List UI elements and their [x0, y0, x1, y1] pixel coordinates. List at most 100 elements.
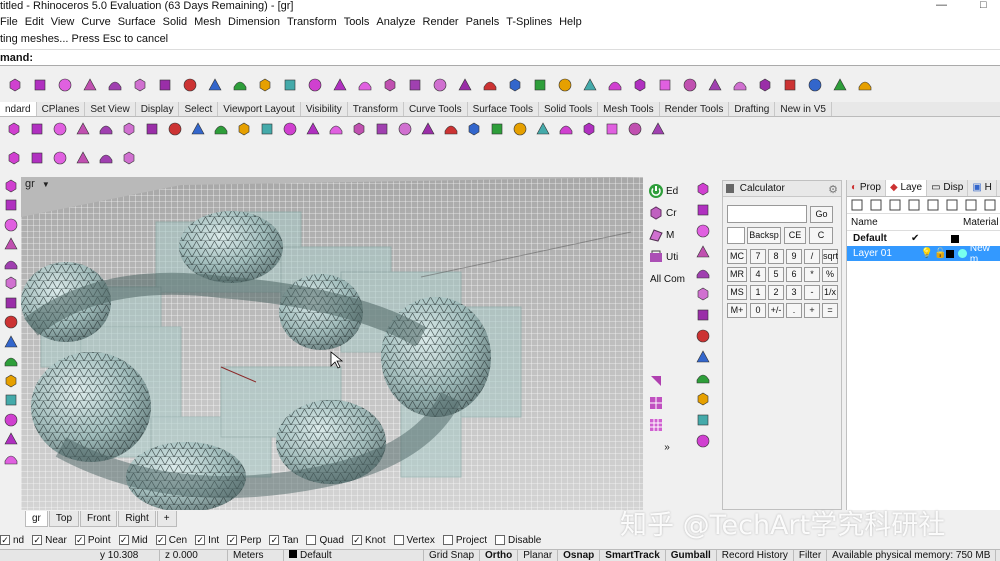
calculator-key[interactable]: sqrt	[822, 249, 838, 264]
select-icon[interactable]	[580, 121, 597, 138]
maximize-button[interactable]: □	[980, 0, 987, 11]
rectangle-icon[interactable]	[2, 314, 19, 331]
osnap-quad[interactable]: Quad	[306, 535, 344, 546]
checkbox[interactable]: ✓	[32, 535, 43, 545]
cube-edit-icon[interactable]	[695, 201, 712, 218]
osnap-nd[interactable]: ✓ nd	[0, 535, 24, 546]
box-icon[interactable]	[6, 77, 23, 94]
checkbox[interactable]: ✓	[0, 535, 10, 545]
sphere-icon[interactable]	[695, 369, 712, 386]
menu-analyze[interactable]: Analyze	[376, 16, 422, 28]
menu-curve[interactable]: Curve	[81, 16, 117, 28]
pipe-icon[interactable]	[131, 77, 148, 94]
move-icon[interactable]	[631, 77, 648, 94]
calculator-key[interactable]: =	[822, 303, 838, 318]
tab-visibility[interactable]: Visibility	[301, 102, 348, 116]
tab-drafting[interactable]: Drafting	[729, 102, 776, 116]
group-icon[interactable]	[781, 77, 798, 94]
arc-icon[interactable]	[2, 294, 19, 311]
move-down-icon[interactable]	[924, 197, 941, 214]
new-layer-icon[interactable]	[848, 197, 865, 214]
calculator-ce-button[interactable]: CE	[784, 227, 806, 244]
mesh-tool-icon[interactable]	[695, 222, 712, 239]
technical-icon[interactable]	[120, 150, 137, 167]
mirror-icon[interactable]	[556, 77, 573, 94]
gumball-toggle[interactable]: Gumball	[666, 550, 717, 561]
side-item-layout[interactable]	[645, 392, 689, 414]
ortho-toggle[interactable]: Ortho	[480, 550, 519, 561]
osnap-icon[interactable]	[396, 121, 413, 138]
surface-icon[interactable]	[2, 392, 19, 409]
cage-icon[interactable]	[356, 77, 373, 94]
render-icon[interactable]	[856, 77, 873, 94]
checkbox[interactable]: ✓	[74, 535, 85, 545]
tab-select[interactable]: Select	[179, 102, 219, 116]
layer-color-swatch[interactable]	[951, 234, 959, 243]
tab-viewport-layout[interactable]: Viewport Layout	[218, 102, 301, 116]
tab-display[interactable]: ▭ Disp	[927, 180, 969, 196]
render-mesh-icon[interactable]	[51, 150, 68, 167]
dimension-icon[interactable]	[2, 372, 19, 389]
calculator-go-button[interactable]: Go	[810, 206, 833, 223]
new-icon[interactable]	[5, 121, 22, 138]
checkbox[interactable]: ✓	[195, 535, 206, 545]
calculator-key[interactable]: %	[822, 267, 838, 282]
calculator-key[interactable]: +	[804, 303, 820, 318]
save-icon[interactable]	[28, 121, 45, 138]
menu-solid[interactable]: Solid	[163, 16, 194, 28]
checkbox[interactable]	[393, 535, 404, 545]
move-up-icon[interactable]	[905, 197, 922, 214]
circle-icon[interactable]	[2, 275, 19, 292]
four-views-icon[interactable]	[327, 121, 344, 138]
twist-icon[interactable]	[406, 77, 423, 94]
side-item-utility[interactable]: Uti	[645, 246, 689, 268]
zoom-icon[interactable]	[212, 121, 229, 138]
add-viewport-button[interactable]: +	[156, 511, 177, 527]
wire-icon[interactable]	[28, 150, 45, 167]
layer-icon[interactable]	[695, 327, 712, 344]
calculator-key[interactable]: -	[804, 285, 820, 300]
grid-icon[interactable]	[373, 121, 390, 138]
side-item-edit[interactable]: Ed	[645, 180, 689, 202]
column-name[interactable]: Name	[851, 217, 963, 228]
checkbox[interactable]	[495, 535, 505, 545]
curve-icon[interactable]	[2, 255, 19, 272]
pan-icon[interactable]	[166, 121, 183, 138]
polygon-icon[interactable]	[2, 333, 19, 350]
tab-solid-tools[interactable]: Solid Tools	[539, 102, 599, 116]
osnap-int[interactable]: ✓ Int	[195, 535, 219, 546]
shade-icon[interactable]	[5, 150, 22, 167]
calculator-display[interactable]	[727, 205, 807, 223]
layer-color-swatch[interactable]	[946, 249, 955, 258]
lock-icon[interactable]: 🔓	[934, 248, 946, 259]
calculator-key[interactable]: 5	[768, 267, 784, 282]
checkbox[interactable]: ✓	[227, 535, 238, 545]
delete-layer-icon[interactable]	[886, 197, 903, 214]
calculator-key[interactable]: 7	[750, 249, 766, 264]
osnap-cen[interactable]: ✓ Cen	[155, 535, 187, 546]
up-level-icon[interactable]	[943, 197, 960, 214]
calculator-key[interactable]: 3	[786, 285, 802, 300]
ghost-icon[interactable]	[97, 150, 114, 167]
tab-display[interactable]: Display	[136, 102, 180, 116]
osnap-disable[interactable]: Disable	[495, 535, 541, 546]
boolean-icon[interactable]	[281, 77, 298, 94]
sweep-icon[interactable]	[181, 77, 198, 94]
grid-icon[interactable]	[695, 264, 712, 281]
car-icon[interactable]	[350, 121, 367, 138]
taper-icon[interactable]	[431, 77, 448, 94]
tab-help[interactable]: ▣ H	[968, 180, 997, 196]
paste-icon[interactable]	[120, 121, 137, 138]
explode-icon[interactable]	[706, 77, 723, 94]
more-chevron-icon[interactable]: »	[664, 442, 670, 453]
command-line[interactable]: mand:	[0, 50, 1000, 66]
gear-icon[interactable]: ⚙	[828, 183, 838, 196]
morph-icon[interactable]	[506, 77, 523, 94]
tab-new-in-v5[interactable]: New in V5	[775, 102, 832, 116]
side-item-mesh[interactable]: M	[645, 224, 689, 246]
calculator-key[interactable]: MR	[727, 267, 747, 282]
calculator-key[interactable]: MS	[727, 285, 747, 300]
menu-file[interactable]: File	[0, 16, 25, 28]
perspective-viewport[interactable]	[21, 177, 643, 510]
revolve-icon[interactable]	[206, 77, 223, 94]
